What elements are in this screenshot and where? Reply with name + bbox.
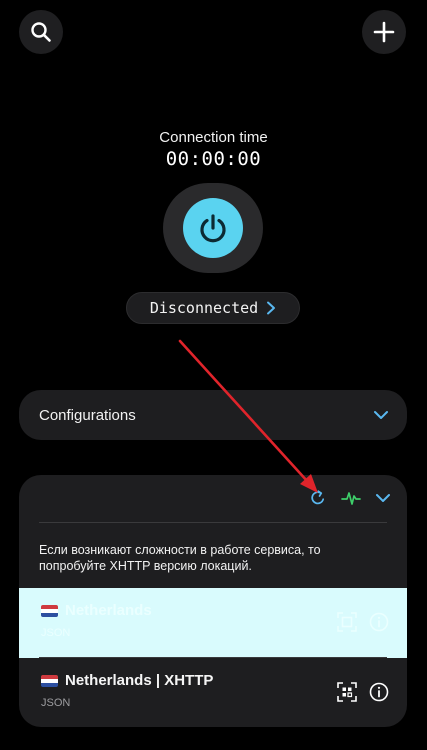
chevron-down-icon (373, 410, 389, 420)
power-icon (197, 212, 229, 244)
plus-icon (373, 21, 395, 43)
refresh-icon[interactable] (309, 489, 327, 507)
server-name: Netherlands (65, 602, 152, 619)
divider (39, 522, 387, 523)
connection-time-label: Connection time (159, 129, 268, 146)
search-button[interactable] (19, 10, 63, 54)
power-button-core[interactable] (183, 198, 243, 258)
netherlands-flag-icon (41, 674, 58, 687)
server-row-netherlands[interactable]: Netherlands JSON (19, 588, 407, 658)
ping-icon[interactable] (341, 489, 361, 507)
configurations-dropdown[interactable]: Configurations (19, 390, 407, 440)
info-icon[interactable] (369, 612, 389, 632)
connection-timer: 00:00:00 (165, 148, 262, 170)
server-type: JSON (41, 627, 71, 639)
server-group-toolbar (309, 487, 391, 509)
qr-code-icon[interactable] (337, 682, 357, 702)
server-name: Netherlands | XHTTP (65, 672, 214, 689)
netherlands-flag-icon (41, 604, 58, 617)
chevron-down-icon[interactable] (375, 493, 391, 503)
power-button[interactable] (163, 183, 263, 273)
info-icon[interactable] (369, 682, 389, 702)
configurations-title: Configurations (39, 406, 136, 424)
search-icon (30, 21, 52, 43)
add-config-button[interactable] (362, 10, 406, 54)
server-type: JSON (41, 697, 71, 709)
qr-code-icon[interactable] (337, 612, 357, 632)
connection-status-text: Disconnected (149, 299, 259, 317)
connection-status-button[interactable]: Disconnected (126, 292, 300, 324)
server-group-card: Если возникают сложности в работе сервис… (19, 475, 407, 727)
chevron-right-icon (266, 301, 276, 315)
server-row-netherlands-xhttp[interactable]: Netherlands | XHTTP JSON (19, 658, 407, 727)
server-notice: Если возникают сложности в работе сервис… (39, 543, 321, 573)
